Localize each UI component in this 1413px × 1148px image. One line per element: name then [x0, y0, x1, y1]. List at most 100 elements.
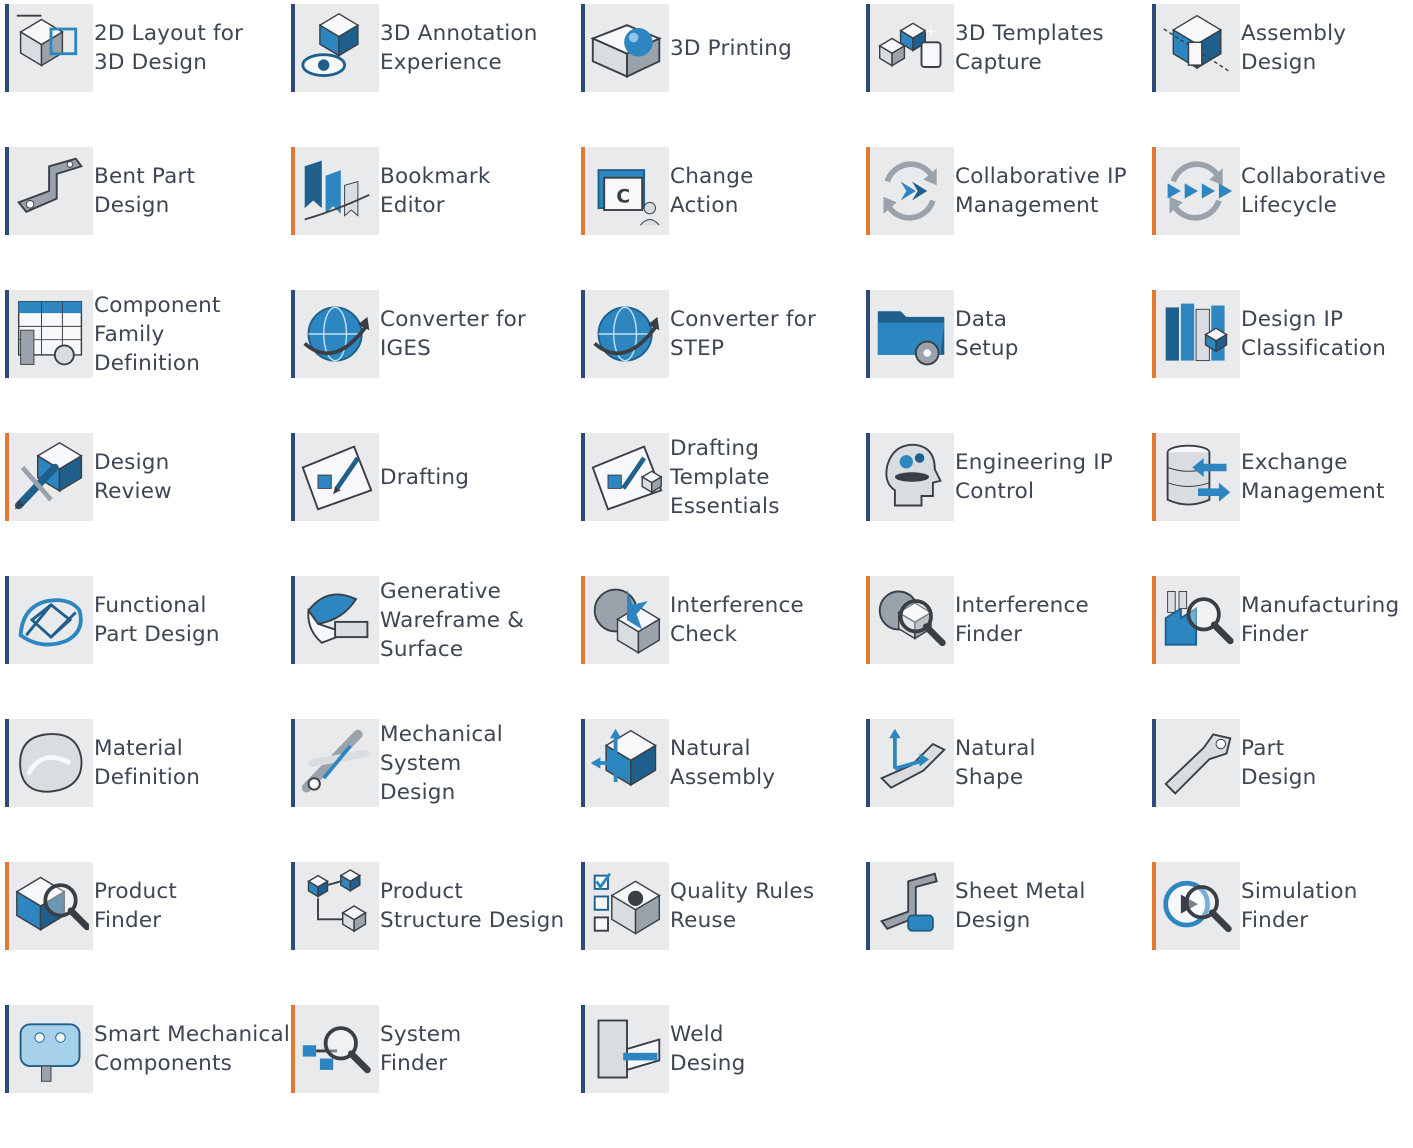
app-tile[interactable]: [581, 576, 669, 664]
app-item[interactable]: C Change Action: [581, 147, 866, 290]
books-cube-icon: [1165, 303, 1228, 362]
app-tile[interactable]: +: [866, 4, 954, 92]
lifecycle-arrows-icon: [1167, 161, 1233, 221]
app-item[interactable]: Interference Finder: [866, 576, 1152, 719]
app-item[interactable]: Functional Part Design: [5, 576, 291, 719]
bent-part-icon: [17, 157, 83, 214]
app-tile[interactable]: [1152, 433, 1240, 521]
app-tile[interactable]: [866, 576, 954, 664]
app-tile[interactable]: [866, 719, 954, 807]
app-tile[interactable]: [1152, 719, 1240, 807]
app-label: Design Review: [94, 450, 172, 504]
app-tile[interactable]: [866, 147, 954, 235]
app-item[interactable]: Bookmark Editor: [291, 147, 581, 290]
app-item[interactable]: Collaborative IP Management: [866, 147, 1152, 290]
app-tile[interactable]: [581, 719, 669, 807]
app-item[interactable]: Product Structure Design: [291, 862, 581, 1005]
app-tile[interactable]: [291, 290, 379, 378]
app-tile[interactable]: [291, 1005, 379, 1093]
app-tile[interactable]: [291, 862, 379, 950]
template-cubes-icon: +: [878, 22, 942, 68]
app-label: 2D Layout for 3D Design: [94, 21, 244, 75]
app-item[interactable]: Generative Wareframe & Surface: [291, 576, 581, 719]
app-label: Interference Check: [670, 593, 804, 647]
app-tile[interactable]: [866, 862, 954, 950]
app-label: Data Setup: [955, 307, 1019, 361]
app-item[interactable]: Bent Part Design: [5, 147, 291, 290]
app-item[interactable]: Drafting Template Essentials: [581, 433, 866, 576]
app-label: 3D Printing: [670, 35, 792, 61]
component-family-icon: [17, 300, 83, 366]
app-tile[interactable]: [5, 433, 93, 521]
app-item[interactable]: Collaborative Lifecycle: [1152, 147, 1407, 290]
app-item[interactable]: System Finder: [291, 1005, 581, 1148]
app-item[interactable]: Natural Shape: [866, 719, 1152, 862]
app-tile[interactable]: [581, 290, 669, 378]
app-tile[interactable]: [581, 4, 669, 92]
app-tile[interactable]: [291, 433, 379, 521]
app-label: Change Action: [670, 164, 754, 218]
app-tile[interactable]: [5, 4, 93, 92]
app-label: Bookmark Editor: [380, 164, 491, 218]
app-tile[interactable]: [291, 719, 379, 807]
app-tile[interactable]: [1152, 4, 1240, 92]
app-tile[interactable]: [5, 862, 93, 950]
app-tile[interactable]: [5, 719, 93, 807]
app-label: Generative Wareframe & Surface: [380, 578, 525, 662]
app-item[interactable]: 3D Annotation Experience: [291, 4, 581, 147]
app-label: Material Definition: [94, 736, 201, 790]
app-label: Converter for STEP: [670, 307, 817, 361]
app-tile[interactable]: [581, 433, 669, 521]
app-label: Engineering IP Control: [955, 450, 1113, 504]
natural-shape-icon: [879, 728, 946, 789]
app-item[interactable]: Drafting: [291, 433, 581, 576]
app-tile[interactable]: [866, 433, 954, 521]
app-tile[interactable]: [581, 862, 669, 950]
app-item[interactable]: Assembly Design: [1152, 4, 1407, 147]
app-tile[interactable]: [1152, 862, 1240, 950]
app-item[interactable]: Converter for IGES: [291, 290, 581, 433]
app-tile[interactable]: C: [581, 147, 669, 235]
app-item[interactable]: Exchange Management: [1152, 433, 1407, 576]
factory-magnifier-icon: [1164, 591, 1234, 646]
app-item[interactable]: 3D Printing: [581, 4, 866, 147]
app-item[interactable]: Part Design: [1152, 719, 1407, 862]
app-label: Drafting: [380, 464, 470, 490]
app-tile[interactable]: [5, 147, 93, 235]
app-item[interactable]: Design Review: [5, 433, 291, 576]
app-tile[interactable]: [1152, 147, 1240, 235]
app-item[interactable]: Weld Desing: [581, 1005, 866, 1148]
app-tile[interactable]: [291, 147, 379, 235]
printer-sphere-icon: [590, 24, 662, 78]
app-label: Converter for IGES: [380, 307, 527, 361]
app-tile[interactable]: [291, 4, 379, 92]
app-item[interactable]: Engineering IP Control: [866, 433, 1152, 576]
annotation-eye-icon: [301, 12, 360, 77]
app-item[interactable]: Product Finder: [5, 862, 291, 1005]
app-item[interactable]: Data Setup: [866, 290, 1152, 433]
app-label: Collaborative IP Management: [955, 164, 1127, 218]
app-item[interactable]: Natural Assembly: [581, 719, 866, 862]
app-tile[interactable]: [581, 1005, 669, 1093]
app-item[interactable]: +3D Templates Capture: [866, 4, 1152, 147]
app-tile[interactable]: [5, 1005, 93, 1093]
app-tile[interactable]: [866, 290, 954, 378]
app-item[interactable]: Quality Rules Reuse: [581, 862, 866, 1005]
app-item[interactable]: Mechanical System Design: [291, 719, 581, 862]
app-item[interactable]: Material Definition: [5, 719, 291, 862]
app-tile[interactable]: [1152, 290, 1240, 378]
app-label: Bent Part Design: [94, 164, 196, 218]
app-tile[interactable]: [5, 576, 93, 664]
app-item[interactable]: 2D Layout for 3D Design: [5, 4, 291, 147]
app-tile[interactable]: [291, 576, 379, 664]
app-item[interactable]: Interference Check: [581, 576, 866, 719]
app-item[interactable]: Smart Mechanical Components: [5, 1005, 291, 1148]
app-item[interactable]: Manufacturing Finder: [1152, 576, 1407, 719]
app-item[interactable]: Design IP Classification: [1152, 290, 1407, 433]
app-item[interactable]: Component Family Definition: [5, 290, 291, 433]
app-item[interactable]: Converter for STEP: [581, 290, 866, 433]
app-item[interactable]: Simulation Finder: [1152, 862, 1407, 1005]
app-tile[interactable]: [5, 290, 93, 378]
app-item[interactable]: Sheet Metal Design: [866, 862, 1152, 1005]
app-tile[interactable]: [1152, 576, 1240, 664]
